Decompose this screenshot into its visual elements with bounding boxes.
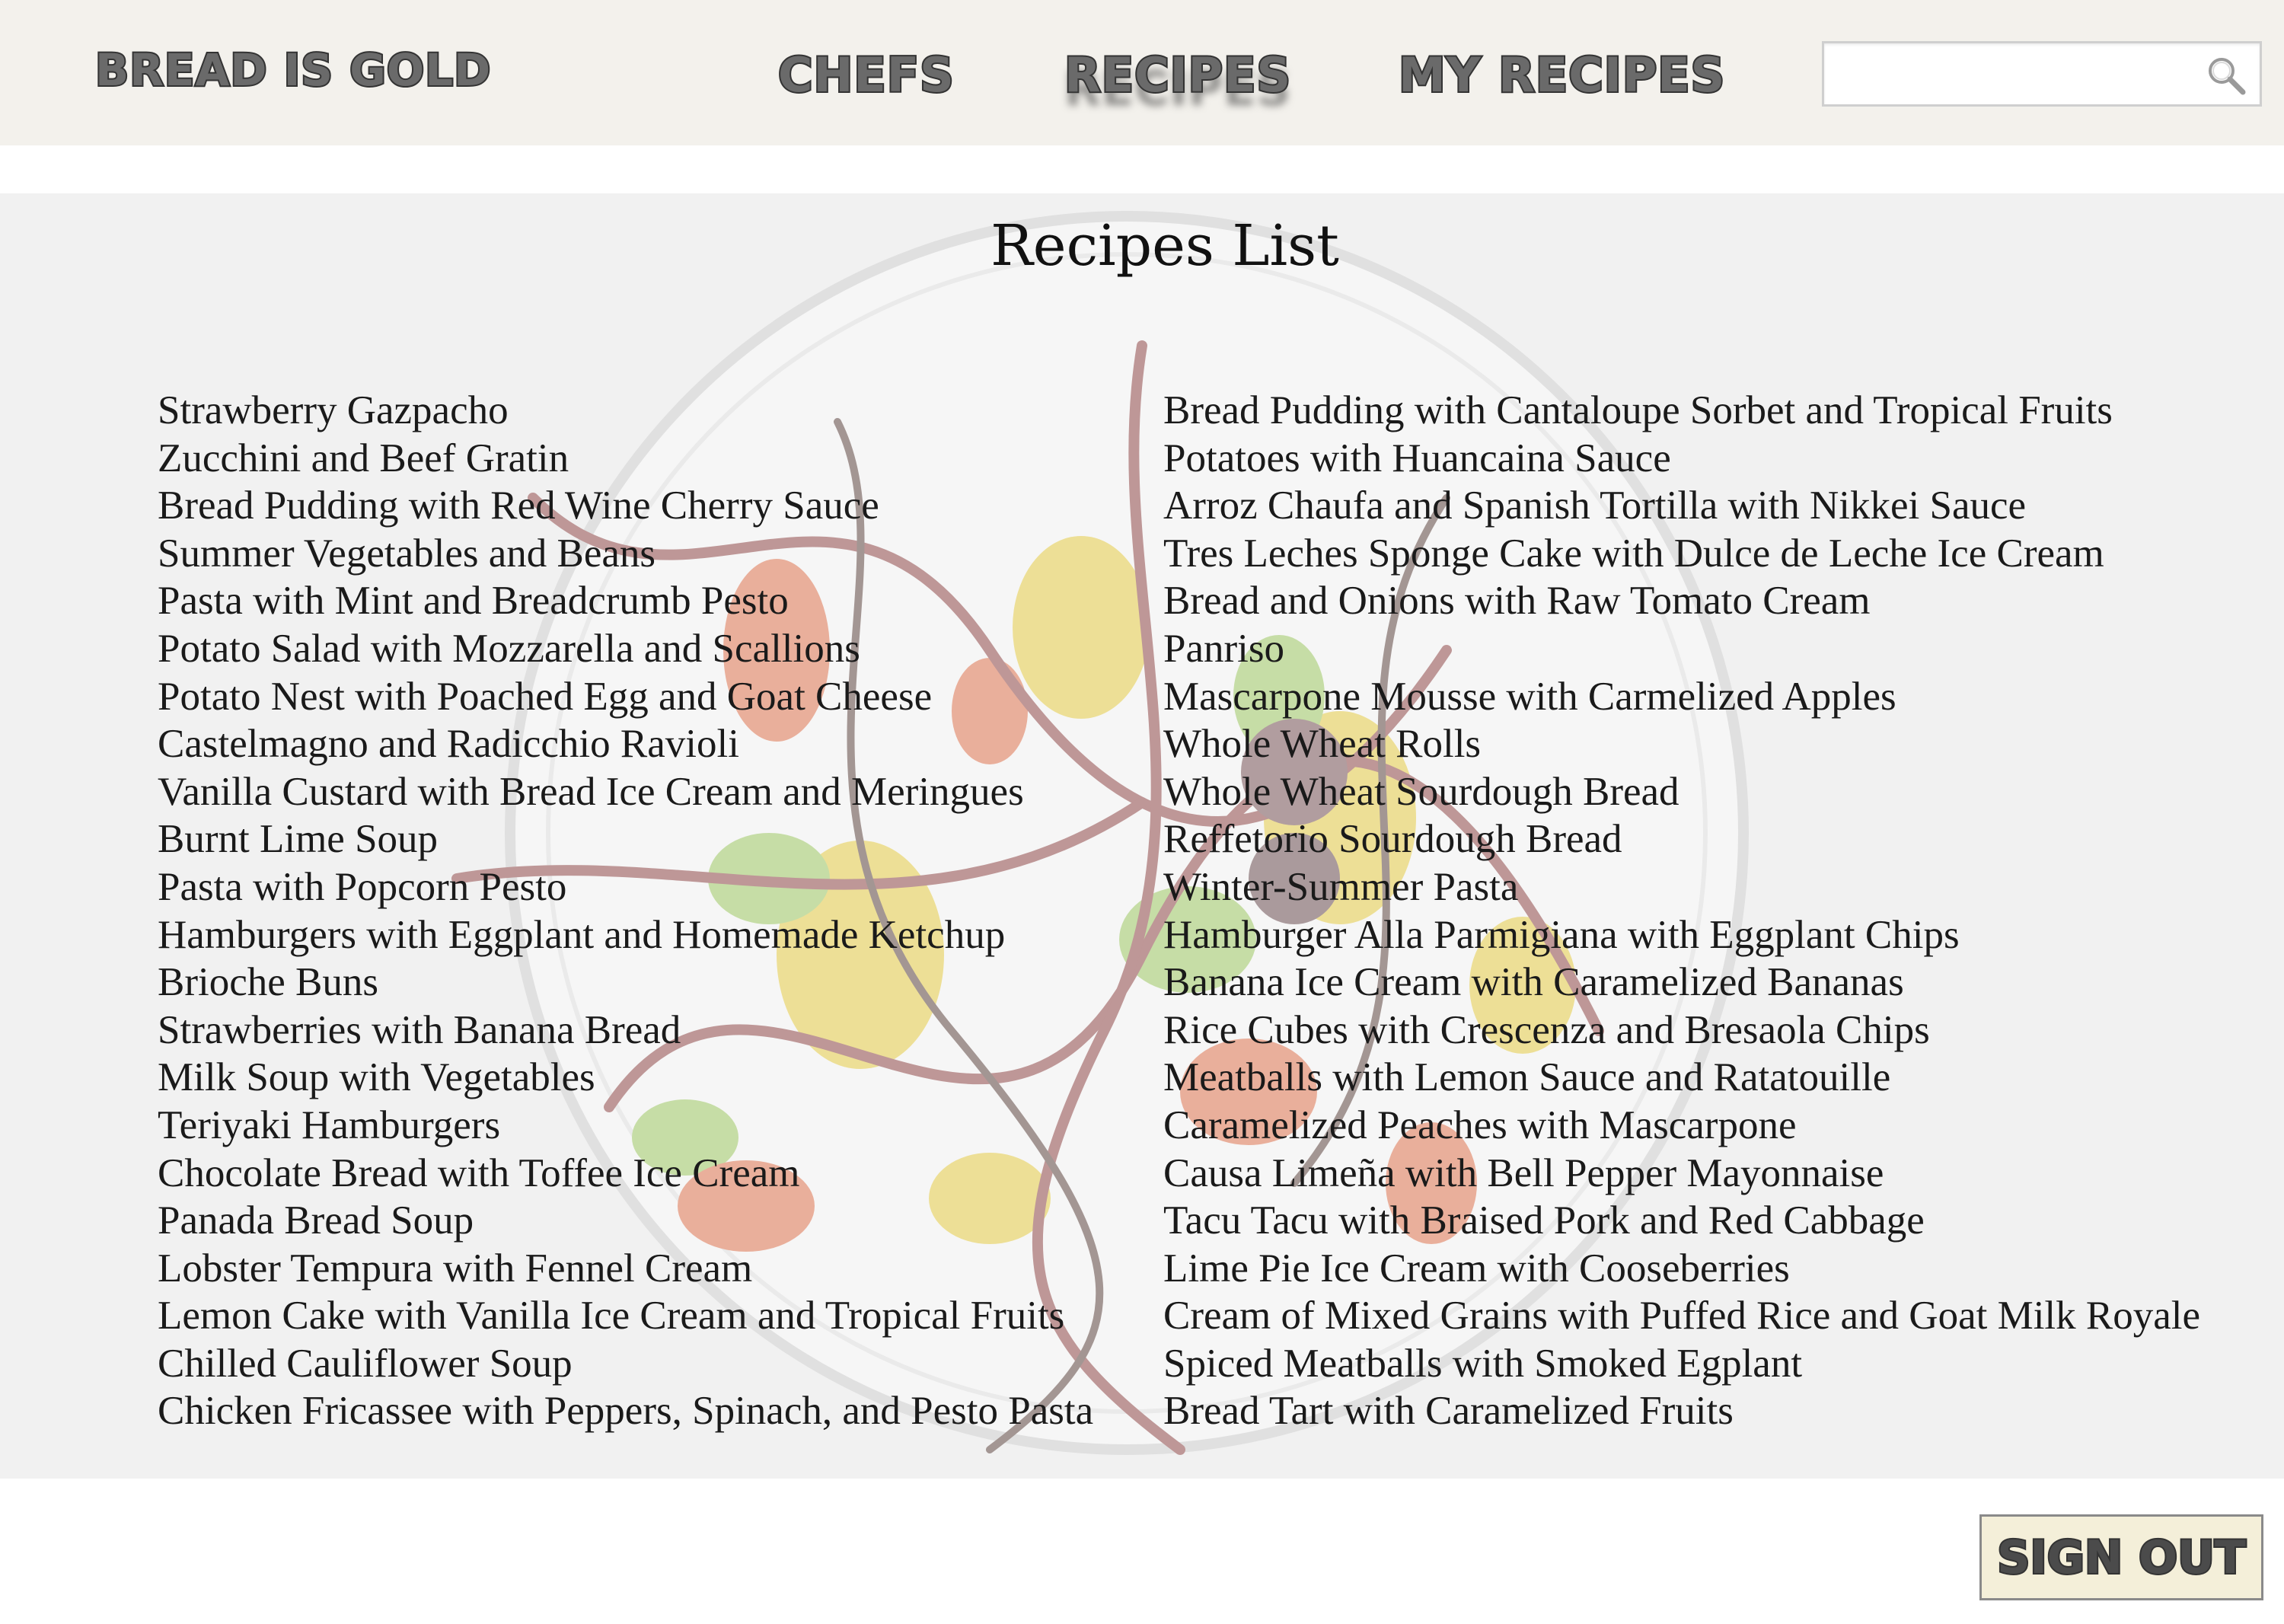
recipe-link[interactable]: Lime Pie Ice Cream with Cooseberries <box>1163 1245 2200 1293</box>
recipe-link[interactable]: Milk Soup with Vegetables <box>158 1054 1093 1102</box>
recipe-link[interactable]: Castelmagno and Radicchio Ravioli <box>158 720 1093 768</box>
brand-logo[interactable]: Bread is Gold <box>94 43 492 97</box>
nav-recipes-link[interactable]: Recipes <box>1063 46 1292 104</box>
recipe-link[interactable]: Mascarpone Mousse with Carmelized Apples <box>1163 673 2200 721</box>
recipe-link[interactable]: Winter-Summer Pasta <box>1163 863 2200 911</box>
recipe-link[interactable]: Caramelized Peaches with Mascarpone <box>1163 1102 2200 1150</box>
recipe-link[interactable]: Strawberries with Banana Bread <box>158 1007 1093 1054</box>
recipe-link[interactable]: Causa Limeña with Bell Pepper Mayonnaise <box>1163 1150 2200 1198</box>
recipe-link[interactable]: Strawberry Gazpacho <box>158 387 1093 435</box>
sign-out-button[interactable]: Sign Out <box>1979 1514 2263 1600</box>
recipe-link[interactable]: Bread Pudding with Red Wine Cherry Sauce <box>158 482 1093 530</box>
recipe-link[interactable]: Potato Salad with Mozzarella and Scallio… <box>158 625 1093 673</box>
recipe-link[interactable]: Bread and Onions with Raw Tomato Cream <box>1163 577 2200 625</box>
search-box <box>1822 41 2262 107</box>
recipe-link[interactable]: Zucchini and Beef Gratin <box>158 435 1093 483</box>
recipe-link[interactable]: Tacu Tacu with Braised Pork and Red Cabb… <box>1163 1197 2200 1245</box>
recipe-link[interactable]: Meatballs with Lemon Sauce and Ratatouil… <box>1163 1054 2200 1102</box>
search-icon[interactable] <box>2203 53 2249 98</box>
recipe-link[interactable]: Rice Cubes with Crescenza and Bresaola C… <box>1163 1007 2200 1054</box>
recipes-panel: Recipes List Strawberry Gazpacho Zucchini… <box>0 193 2284 1479</box>
recipe-link[interactable]: Bread Pudding with Cantaloupe Sorbet and… <box>1163 387 2200 435</box>
recipe-link[interactable]: Teriyaki Hamburgers <box>158 1102 1093 1150</box>
recipe-link[interactable]: Chocolate Bread with Toffee Ice Cream <box>158 1150 1093 1198</box>
sign-out-label: Sign Out <box>1995 1530 2247 1586</box>
recipe-link[interactable]: Panada Bread Soup <box>158 1197 1093 1245</box>
recipe-link[interactable]: Reffetorio Sourdough Bread <box>1163 815 2200 863</box>
recipe-link[interactable]: Vanilla Custard with Bread Ice Cream and… <box>158 768 1093 816</box>
nav-my-recipes-link[interactable]: My Recipes <box>1397 46 1726 104</box>
recipe-link[interactable]: Tres Leches Sponge Cake with Dulce de Le… <box>1163 530 2200 578</box>
recipe-link[interactable]: Cream of Mixed Grains with Puffed Rice a… <box>1163 1292 2200 1340</box>
recipe-link[interactable]: Banana Ice Cream with Caramelized Banana… <box>1163 959 2200 1007</box>
recipe-link[interactable]: Potatoes with Huancaina Sauce <box>1163 435 2200 483</box>
recipe-list-left: Strawberry Gazpacho Zucchini and Beef Gra… <box>158 387 1093 1435</box>
recipe-link[interactable]: Bread Tart with Caramelized Fruits <box>1163 1387 2200 1435</box>
recipe-link[interactable]: Hamburger Alla Parmigiana with Eggplant … <box>1163 911 2200 959</box>
recipe-link[interactable]: Pasta with Popcorn Pesto <box>158 863 1093 911</box>
recipe-link[interactable]: Chilled Cauliflower Soup <box>158 1340 1093 1388</box>
recipe-link[interactable]: Potato Nest with Poached Egg and Goat Ch… <box>158 673 1093 721</box>
recipe-link[interactable]: Lobster Tempura with Fennel Cream <box>158 1245 1093 1293</box>
top-nav-bar: Bread is Gold Chefs Recipes My Recipes <box>0 0 2284 145</box>
recipe-link[interactable]: Chicken Fricassee with Peppers, Spinach,… <box>158 1387 1093 1435</box>
recipe-link[interactable]: Burnt Lime Soup <box>158 815 1093 863</box>
recipe-link[interactable]: Hamburgers with Eggplant and Homemade Ke… <box>158 911 1093 959</box>
recipe-link[interactable]: Arroz Chaufa and Spanish Tortilla with N… <box>1163 482 2200 530</box>
recipe-link[interactable]: Pasta with Mint and Breadcrumb Pesto <box>158 577 1093 625</box>
recipe-link[interactable]: Whole Wheat Rolls <box>1163 720 2200 768</box>
recipe-link[interactable]: Brioche Buns <box>158 959 1093 1007</box>
nav-chefs-link[interactable]: Chefs <box>777 46 955 104</box>
page-title: Recipes List <box>990 213 1339 279</box>
recipe-link[interactable]: Lemon Cake with Vanilla Ice Cream and Tr… <box>158 1292 1093 1340</box>
recipe-link[interactable]: Panriso <box>1163 625 2200 673</box>
recipe-link[interactable]: Whole Wheat Sourdough Bread <box>1163 768 2200 816</box>
recipe-list-right: Bread Pudding with Cantaloupe Sorbet and… <box>1163 387 2200 1435</box>
recipe-link[interactable]: Summer Vegetables and Beans <box>158 530 1093 578</box>
recipe-link[interactable]: Spiced Meatballs with Smoked Egplant <box>1163 1340 2200 1388</box>
search-input[interactable] <box>1824 43 2190 104</box>
